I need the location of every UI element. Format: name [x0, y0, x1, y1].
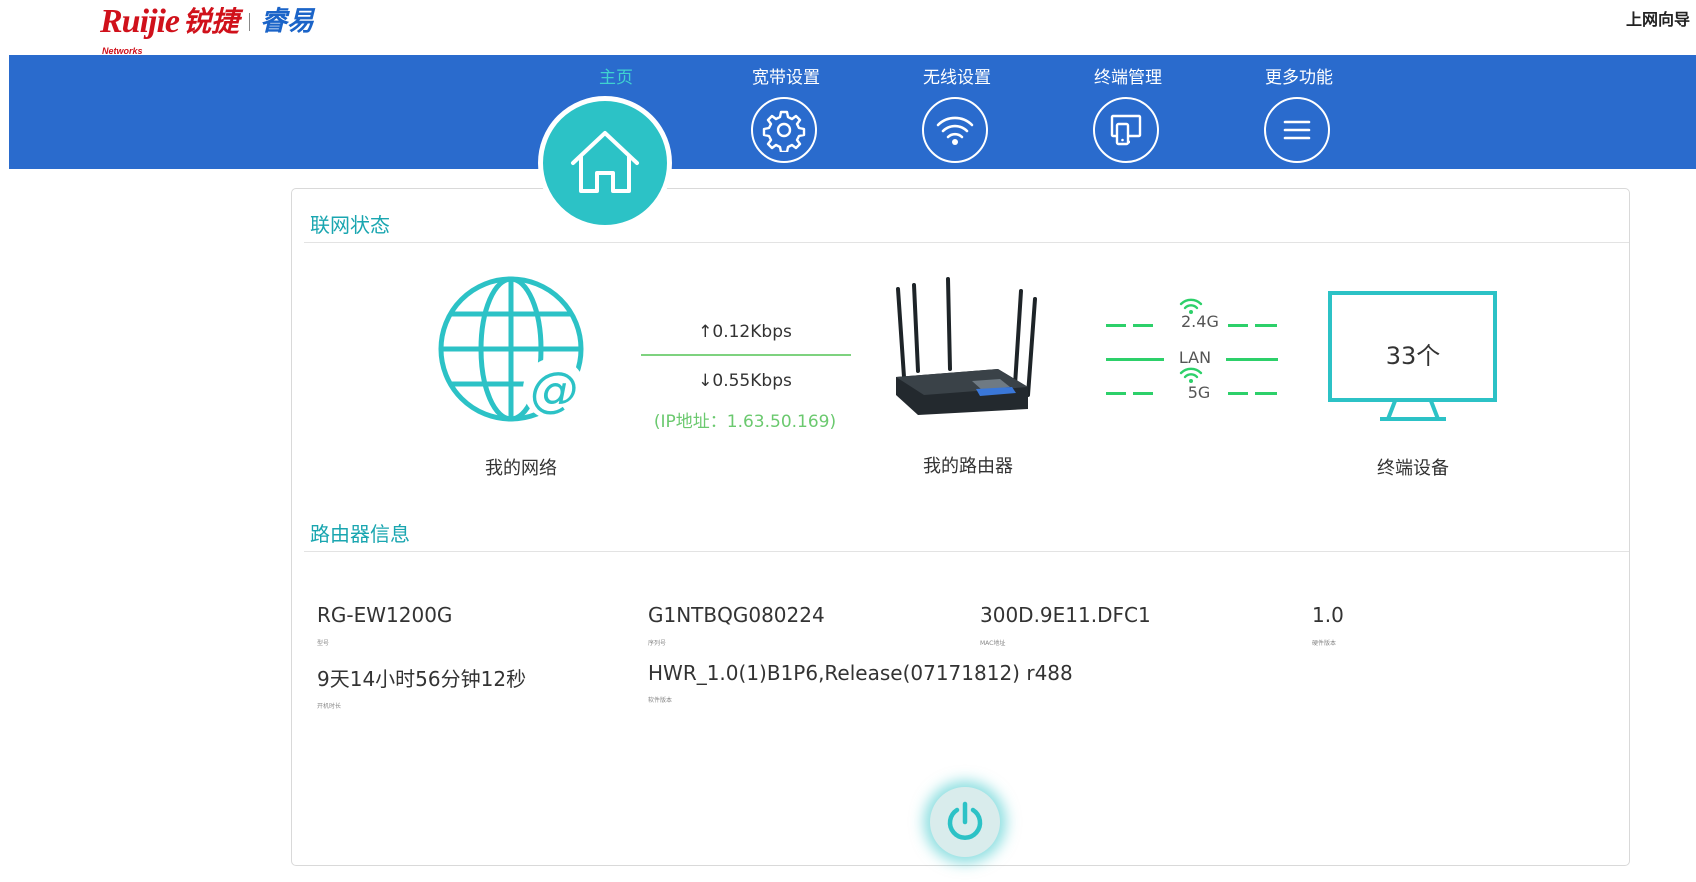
wan-ip-address: (IP地址：1.63.50.169): [653, 412, 837, 432]
brand-logo: Ruijie Networks 锐捷 睿易: [100, 2, 315, 57]
band-dash: [1226, 358, 1278, 361]
devices-icon: [1093, 97, 1159, 163]
band-dash: [1255, 324, 1277, 327]
nav-home-label: 主页: [599, 68, 633, 88]
router-model-value: RG-EW1200G: [317, 603, 453, 627]
logo-ruijie-cn: 锐捷: [183, 5, 240, 38]
menu-icon: [1264, 97, 1330, 163]
mac-address-caption: MAC地址: [980, 640, 1006, 647]
band-5g-label: 5G: [1187, 383, 1211, 402]
band-dash: [1228, 324, 1248, 327]
logo-ruijie: Ruijie Networks: [100, 4, 180, 57]
my-network-label: 我的网络: [485, 458, 557, 479]
band-dash: [1106, 392, 1126, 395]
nav-terminal[interactable]: 终端管理: [1068, 55, 1188, 169]
band-indicators: 2.4G LAN 5G: [1106, 297, 1286, 402]
svg-text:@: @: [530, 362, 578, 418]
band-dash: [1255, 392, 1277, 395]
band-lan-label: LAN: [1178, 348, 1212, 367]
top-bar: Ruijie Networks 锐捷 睿易 上网向导: [0, 0, 1696, 56]
software-version-caption: 软件版本: [648, 697, 673, 704]
home-button[interactable]: [538, 96, 672, 230]
router-icon[interactable]: [888, 277, 1048, 437]
serial-number-caption: 序列号: [648, 640, 667, 647]
nav-broadband[interactable]: 宽带设置: [726, 55, 846, 169]
band-dash: [1106, 324, 1126, 327]
my-router-label: 我的路由器: [923, 456, 1013, 477]
main-nav: 主页 宽带设置 无线设置 终端管理 更多功能: [9, 55, 1696, 169]
wifi-icon: [922, 97, 988, 163]
hardware-version-caption: 硬件版本: [1312, 640, 1337, 647]
band-dash: [1106, 358, 1164, 361]
band-dash: [1133, 324, 1153, 327]
nav-wireless-label: 无线设置: [923, 68, 991, 88]
software-version-value: HWR_1.0(1)B1P6,Release(07171812) r488: [648, 661, 1073, 685]
home-icon: [571, 131, 639, 193]
band-dash: [1133, 392, 1153, 395]
divider: [304, 551, 1629, 552]
nav-broadband-label: 宽带设置: [752, 68, 820, 88]
hardware-version-value: 1.0: [1312, 603, 1344, 627]
logo-separator: [249, 13, 251, 31]
serial-number-value: G1NTBQG080224: [648, 603, 825, 627]
band-24g-label: 2.4G: [1181, 312, 1219, 331]
nav-more-label: 更多功能: [1265, 68, 1333, 88]
network-status-title: 联网状态: [310, 213, 390, 237]
uptime-value: 9天14小时56分钟12秒: [317, 667, 527, 691]
wifi-5g-icon: [1179, 367, 1203, 383]
wan-link-line: [641, 354, 851, 356]
logo-sub-brand: 睿易: [260, 6, 315, 37]
nav-wireless[interactable]: 无线设置: [897, 55, 1017, 169]
nav-terminal-label: 终端管理: [1094, 68, 1162, 88]
setup-wizard-link[interactable]: 上网向导: [1626, 6, 1690, 30]
uptime-caption: 开机时长: [317, 703, 342, 710]
gear-icon: [751, 97, 817, 163]
band-dash: [1228, 392, 1248, 395]
globe-icon[interactable]: @: [436, 274, 596, 434]
device-count: 33个: [1385, 342, 1441, 370]
content-panel: 联网状态 @ 我的网络 ↑0.12Kbps ↓0.55Kbps (IP地址：1.…: [291, 188, 1630, 866]
power-icon: [947, 801, 983, 840]
upload-speed: ↑0.12Kbps: [698, 322, 792, 342]
divider: [304, 242, 1629, 243]
terminal-devices-label: 终端设备: [1377, 458, 1449, 479]
mac-address-value: 300D.9E11.DFC1: [980, 603, 1151, 627]
router-info-title: 路由器信息: [310, 522, 410, 546]
download-speed: ↓0.55Kbps: [698, 371, 792, 391]
router-model-caption: 型号: [317, 640, 330, 647]
power-button[interactable]: [930, 787, 1000, 857]
nav-more[interactable]: 更多功能: [1239, 55, 1359, 169]
